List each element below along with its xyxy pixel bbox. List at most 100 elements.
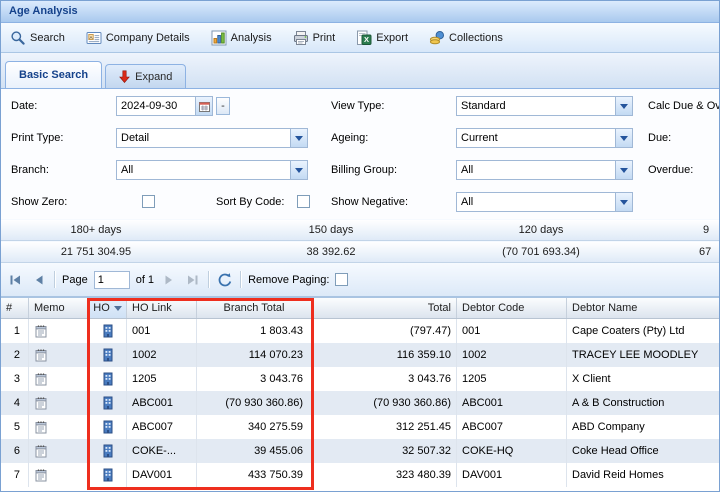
branch-dropdown-trigger[interactable]: [290, 161, 307, 179]
remove-paging-label: Remove Paging:: [248, 274, 329, 286]
print-button[interactable]: Print: [290, 28, 339, 48]
column-header-total[interactable]: Total: [312, 298, 457, 318]
row-number: 4: [1, 391, 29, 415]
total-cell: 3 043.76: [312, 367, 457, 391]
billing-group-select[interactable]: All: [456, 160, 633, 180]
bucket-120-value: (70 701 693.34): [446, 242, 636, 263]
column-header-memo-label: Memo: [34, 302, 65, 314]
column-header-ho-link[interactable]: HO Link: [127, 298, 197, 318]
row-number: 5: [1, 415, 29, 439]
first-page-button[interactable]: [6, 271, 24, 289]
table-row[interactable]: 7 DAV001 433 750.39 323 480.39 DAV001 Da…: [1, 463, 719, 487]
print-type-dropdown-trigger[interactable]: [290, 129, 307, 147]
next-page-button[interactable]: [160, 271, 178, 289]
branch-total-cell: 39 455.06: [197, 439, 312, 463]
show-zero-label: Show Zero:: [11, 192, 67, 212]
table-row[interactable]: 4 ABC001 (70 930 360.86) (70 930 360.86)…: [1, 391, 719, 415]
memo-icon[interactable]: [34, 468, 48, 482]
building-icon: [101, 348, 115, 362]
branch-total-cell: 3 043.76: [197, 367, 312, 391]
branch-select[interactable]: All: [116, 160, 308, 180]
toolbar-separator: [208, 271, 210, 288]
print-type-select[interactable]: Detail: [116, 128, 308, 148]
memo-icon[interactable]: [34, 372, 48, 386]
refresh-button[interactable]: [216, 271, 234, 289]
show-zero-checkbox[interactable]: [142, 195, 155, 208]
table-row[interactable]: 6 COKE-... 39 455.06 32 507.32 COKE-HQ C…: [1, 439, 719, 463]
view-type-dropdown-trigger[interactable]: [615, 97, 632, 115]
column-header-branch-total[interactable]: Branch Total: [197, 298, 312, 318]
memo-icon[interactable]: [34, 420, 48, 434]
show-negative-dropdown-trigger[interactable]: [615, 193, 632, 211]
column-header-debtor-code-label: Debtor Code: [462, 302, 524, 314]
svg-text:A: A: [89, 34, 92, 39]
billing-group-dropdown-trigger[interactable]: [615, 161, 632, 179]
memo-icon[interactable]: [34, 348, 48, 362]
ho-cell: [89, 415, 127, 439]
column-header-debtor-name[interactable]: Debtor Name: [567, 298, 719, 318]
date-input[interactable]: 2024-09-30: [116, 96, 213, 116]
company-details-button-label: Company Details: [106, 32, 190, 44]
table-row[interactable]: 1 001 1 803.43 (797.47) 001 Cape Coaters…: [1, 319, 719, 343]
column-header-debtor-code[interactable]: Debtor Code: [457, 298, 567, 318]
prev-page-button[interactable]: [30, 271, 48, 289]
page-label: Page: [62, 274, 88, 286]
tab-expand-label: Expand: [135, 71, 172, 83]
debtor-code-cell: DAV001: [457, 463, 567, 487]
summary-values-row: 21 751 304.95 38 392.62 (70 701 693.34) …: [1, 241, 719, 263]
show-negative-select[interactable]: All: [456, 192, 633, 212]
export-button-label: Export: [376, 32, 408, 44]
ageing-select[interactable]: Current: [456, 128, 633, 148]
debtors-grid: # Memo HO HO Link Branch Total Total Deb…: [1, 297, 719, 491]
window-title: Age Analysis: [9, 5, 78, 17]
table-row[interactable]: 2 1002 114 070.23 116 359.10 1002 TRACEY…: [1, 343, 719, 367]
ageing-dropdown-trigger[interactable]: [615, 129, 632, 147]
page-number-input[interactable]: [94, 271, 130, 289]
analysis-button-label: Analysis: [231, 32, 272, 44]
building-icon: [101, 444, 115, 458]
expand-red-arrow-icon: [119, 70, 130, 83]
column-header-memo[interactable]: Memo: [29, 298, 89, 318]
debtor-code-cell: 1205: [457, 367, 567, 391]
row-number: 2: [1, 343, 29, 367]
memo-icon[interactable]: [34, 324, 48, 338]
table-row[interactable]: 5 ABC007 340 275.59 312 251.45 ABC007 AB…: [1, 415, 719, 439]
row-number: 3: [1, 367, 29, 391]
collections-button-label: Collections: [449, 32, 503, 44]
memo-icon[interactable]: [34, 444, 48, 458]
sort-by-code-label: Sort By Code:: [216, 192, 284, 212]
table-row[interactable]: 3 1205 3 043.76 3 043.76 1205 X Client: [1, 367, 719, 391]
export-button[interactable]: X Export: [353, 28, 411, 48]
tab-expand[interactable]: Expand: [105, 64, 186, 88]
tab-basic-search[interactable]: Basic Search: [5, 61, 102, 88]
summary-labels-row: 180+ days 150 days 120 days 9: [1, 219, 719, 241]
chevron-down-icon: [620, 168, 628, 177]
column-header-total-label: Total: [428, 302, 451, 314]
debtor-code-cell: COKE-HQ: [457, 439, 567, 463]
column-header-ho[interactable]: HO: [89, 298, 127, 318]
memo-icon[interactable]: [34, 396, 48, 410]
view-type-select[interactable]: Standard: [456, 96, 633, 116]
date-value: 2024-09-30: [117, 97, 195, 115]
last-page-icon: [185, 272, 201, 288]
remove-paging-checkbox[interactable]: [335, 273, 348, 286]
ho-link-cell: ABC007: [127, 415, 197, 439]
analysis-button[interactable]: Analysis: [208, 28, 275, 48]
date-label: Date:: [11, 96, 37, 116]
last-page-button[interactable]: [184, 271, 202, 289]
billing-group-value: All: [457, 161, 615, 179]
date-picker-trigger[interactable]: [195, 97, 212, 115]
sort-by-code-checkbox[interactable]: [297, 195, 310, 208]
column-header-number[interactable]: #: [1, 298, 29, 318]
search-button[interactable]: Search: [7, 28, 68, 48]
branch-total-cell: 433 750.39: [197, 463, 312, 487]
toolbar-separator: [240, 271, 242, 288]
ageing-value: Current: [457, 129, 615, 147]
sort-arrow-icon: [114, 306, 122, 315]
company-details-button[interactable]: A Company Details: [83, 28, 193, 48]
chevron-down-icon: [620, 136, 628, 145]
building-icon: [101, 468, 115, 482]
collections-button[interactable]: Collections: [426, 28, 506, 48]
bucket-90-label: 9: [703, 220, 720, 241]
date-minus-button[interactable]: -: [216, 97, 230, 115]
